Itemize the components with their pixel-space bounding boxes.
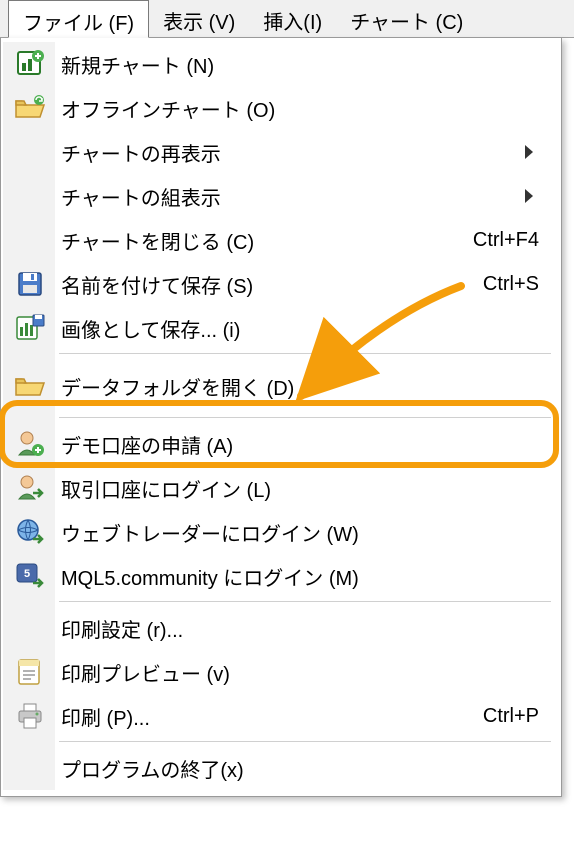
menu-print-preview[interactable]: 印刷プレビュー (v) bbox=[3, 650, 559, 694]
printer-icon bbox=[13, 699, 47, 733]
new-chart-icon bbox=[13, 47, 47, 81]
menu-separator bbox=[3, 598, 559, 606]
menu-separator bbox=[3, 414, 559, 422]
menubar-chart[interactable]: チャート (C) bbox=[336, 0, 477, 37]
menu-label: 名前を付けて保存 (S) bbox=[61, 270, 483, 299]
menubar-file[interactable]: ファイル (F) bbox=[8, 0, 149, 38]
menu-label: 取引口座にログイン (L) bbox=[61, 474, 539, 503]
menu-save-image[interactable]: 画像として保存... (i) bbox=[3, 306, 559, 350]
menu-label: プログラムの終了(x) bbox=[61, 754, 539, 783]
menu-label: ウェブトレーダーにログイン (W) bbox=[61, 518, 539, 547]
menu-print[interactable]: 印刷 (P)... Ctrl+P bbox=[3, 694, 559, 738]
menu-label: 印刷設定 (r)... bbox=[61, 614, 539, 643]
menu-label: チャートの再表示 bbox=[61, 138, 525, 167]
folder-open-icon bbox=[13, 91, 47, 125]
menu-label: 画像として保存... (i) bbox=[61, 314, 539, 343]
menu-chart-redisplay[interactable]: チャートの再表示 bbox=[3, 130, 559, 174]
menubar-insert[interactable]: 挿入(I) bbox=[249, 0, 336, 37]
menu-label: MQL5.community にログイン (M) bbox=[61, 562, 539, 591]
menu-label: 新規チャート (N) bbox=[61, 50, 539, 79]
menu-login-webtrader[interactable]: ウェブトレーダーにログイン (W) bbox=[3, 510, 559, 554]
user-login-icon bbox=[13, 471, 47, 505]
menu-label: 印刷 (P)... bbox=[61, 702, 483, 731]
menu-new-chart[interactable]: 新規チャート (N) bbox=[3, 42, 559, 86]
save-image-icon bbox=[13, 311, 47, 345]
save-icon bbox=[13, 267, 47, 301]
menu-login-trade[interactable]: 取引口座にログイン (L) bbox=[3, 466, 559, 510]
menu-login-mql5[interactable]: 5 MQL5.community にログイン (M) bbox=[3, 554, 559, 598]
menu-open-data-folder[interactable]: データフォルダを開く (D) bbox=[3, 358, 559, 414]
menu-chart-close[interactable]: チャートを閉じる (C) Ctrl+F4 bbox=[3, 218, 559, 262]
menu-exit[interactable]: プログラムの終了(x) bbox=[3, 746, 559, 790]
menubar: ファイル (F) 表示 (V) 挿入(I) チャート (C) bbox=[0, 0, 574, 38]
menu-separator bbox=[3, 350, 559, 358]
shortcut: Ctrl+F4 bbox=[473, 229, 539, 252]
menubar-view[interactable]: 表示 (V) bbox=[149, 0, 249, 37]
globe-login-icon bbox=[13, 515, 47, 549]
menu-save-as[interactable]: 名前を付けて保存 (S) Ctrl+S bbox=[3, 262, 559, 306]
menu-offline-chart[interactable]: オフラインチャート (O) bbox=[3, 86, 559, 130]
svg-text:5: 5 bbox=[24, 568, 30, 580]
menu-label: チャートの組表示 bbox=[61, 182, 525, 211]
submenu-arrow-icon bbox=[525, 189, 533, 203]
menu-separator bbox=[3, 738, 559, 746]
print-preview-icon bbox=[13, 655, 47, 689]
user-add-icon bbox=[13, 427, 47, 461]
menu-demo-account[interactable]: デモ口座の申請 (A) bbox=[3, 422, 559, 466]
shortcut: Ctrl+P bbox=[483, 705, 539, 728]
menu-chart-group-display[interactable]: チャートの組表示 bbox=[3, 174, 559, 218]
file-dropdown: 新規チャート (N) オフラインチャート (O) チャートの再表示 チャートの組… bbox=[0, 38, 562, 797]
folder-icon bbox=[13, 369, 47, 403]
mql5-login-icon: 5 bbox=[13, 559, 47, 593]
submenu-arrow-icon bbox=[525, 145, 533, 159]
menu-print-setup[interactable]: 印刷設定 (r)... bbox=[3, 606, 559, 650]
menu-label: データフォルダを開く (D) bbox=[61, 372, 539, 401]
shortcut: Ctrl+S bbox=[483, 273, 539, 296]
menu-label: 印刷プレビュー (v) bbox=[61, 658, 539, 687]
menu-label: デモ口座の申請 (A) bbox=[61, 430, 539, 459]
menu-label: オフラインチャート (O) bbox=[61, 94, 539, 123]
menu-label: チャートを閉じる (C) bbox=[61, 226, 473, 255]
